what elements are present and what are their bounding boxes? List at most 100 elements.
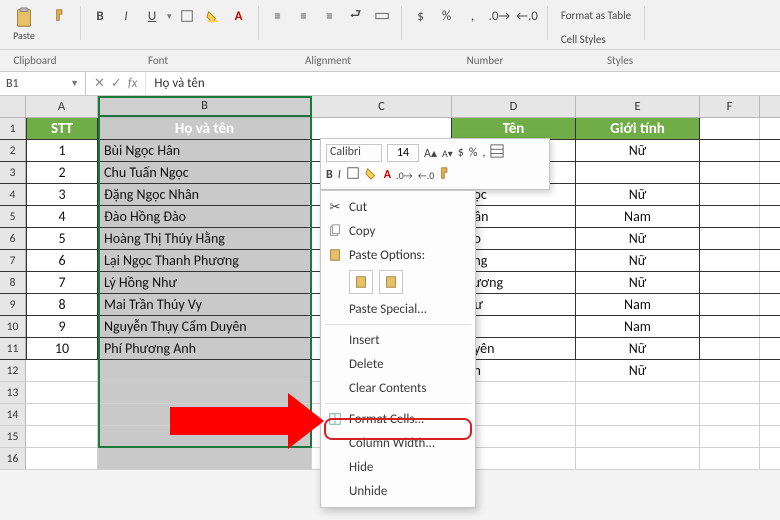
fill-color-button[interactable]	[202, 5, 224, 27]
cell[interactable]	[700, 360, 760, 381]
col-header-D[interactable]: D	[452, 96, 576, 117]
cell[interactable]: Lý Hồng Như	[98, 272, 312, 293]
mini-font-size[interactable]	[387, 144, 419, 162]
cell[interactable]: 7	[26, 272, 98, 293]
increase-decimal-button[interactable]: .0→	[488, 5, 512, 27]
col-header-E[interactable]: E	[576, 96, 700, 117]
menu-clear-contents[interactable]: Clear Contents	[321, 376, 475, 400]
cell[interactable]	[700, 382, 760, 403]
row-header[interactable]: 2	[0, 140, 26, 161]
cell[interactable]	[576, 426, 700, 447]
underline-button[interactable]: U	[141, 5, 163, 27]
cell[interactable]: Nữ	[576, 272, 700, 293]
name-box[interactable]: B1 ▼	[0, 72, 86, 95]
align-center-button[interactable]: ≡	[293, 5, 315, 27]
cell[interactable]: Nam	[576, 206, 700, 227]
cell-styles-button[interactable]: Cell Styles	[556, 28, 611, 50]
row-header[interactable]: 1	[0, 118, 26, 139]
mini-font-color-button[interactable]: A	[384, 168, 391, 182]
paste-button[interactable]: Paste	[4, 4, 44, 44]
col-header-F[interactable]: F	[700, 96, 760, 117]
mini-format-painter-button[interactable]	[439, 166, 453, 184]
cell[interactable]	[700, 426, 760, 447]
mini-table-icon[interactable]	[490, 144, 504, 162]
cell[interactable]	[700, 404, 760, 425]
cell[interactable]: Nam	[576, 316, 700, 337]
mini-percent-button[interactable]: %	[469, 146, 478, 160]
row-header[interactable]: 12	[0, 360, 26, 381]
row-header[interactable]: 9	[0, 294, 26, 315]
cell[interactable]	[700, 162, 760, 183]
paste-option-values[interactable]	[379, 270, 403, 294]
cell[interactable]: 6	[26, 250, 98, 271]
italic-button[interactable]: I	[115, 5, 137, 27]
mini-decimal-dec-button[interactable]: ←.0	[418, 169, 435, 182]
cell[interactable]: 9	[26, 316, 98, 337]
row-header[interactable]: 16	[0, 448, 26, 469]
menu-cut[interactable]: ✂Cut	[321, 195, 475, 219]
currency-button[interactable]: $	[410, 5, 432, 27]
mini-comma-button[interactable]: ,	[482, 146, 485, 160]
menu-insert[interactable]: Insert	[321, 328, 475, 352]
cell[interactable]: Bùi Ngọc Hân	[98, 140, 312, 161]
cell[interactable]: 1	[26, 140, 98, 161]
border-button[interactable]	[176, 5, 198, 27]
menu-hide[interactable]: Hide	[321, 455, 475, 479]
bold-button[interactable]: B	[89, 5, 111, 27]
mini-fill-button[interactable]	[365, 166, 379, 184]
menu-format-cells[interactable]: Format Cells...	[321, 407, 475, 431]
row-header[interactable]: 6	[0, 228, 26, 249]
menu-delete[interactable]: Delete	[321, 352, 475, 376]
mini-decimal-inc-button[interactable]: .0→	[396, 169, 413, 182]
row-header[interactable]: 3	[0, 162, 26, 183]
cell[interactable]: Lại Ngọc Thanh Phương	[98, 250, 312, 271]
decrease-font-icon[interactable]: A▾	[442, 147, 453, 160]
cell[interactable]	[700, 250, 760, 271]
cell[interactable]: Nữ	[576, 184, 700, 205]
cell[interactable]: Họ và tên	[98, 118, 312, 139]
cell[interactable]	[312, 118, 452, 139]
cell[interactable]: Nữ	[576, 360, 700, 381]
col-header-C[interactable]: C	[312, 96, 452, 117]
mini-currency-button[interactable]: $	[458, 146, 464, 160]
cell[interactable]: Chu Tuấn Ngọc	[98, 162, 312, 183]
cell[interactable]: 10	[26, 338, 98, 359]
menu-paste-special[interactable]: Paste Special...	[321, 297, 475, 321]
col-header-A[interactable]: A	[26, 96, 98, 117]
cell[interactable]: Nam	[576, 294, 700, 315]
cell[interactable]: Nữ	[576, 250, 700, 271]
increase-font-icon[interactable]: A▴	[424, 146, 437, 161]
cell[interactable]	[576, 162, 700, 183]
fx-icon[interactable]: fx	[128, 76, 138, 91]
cell[interactable]	[576, 382, 700, 403]
cell[interactable]	[700, 206, 760, 227]
cell[interactable]: Nữ	[576, 228, 700, 249]
decrease-decimal-button[interactable]: ←.0	[515, 5, 539, 27]
cell[interactable]	[576, 404, 700, 425]
row-header[interactable]: 11	[0, 338, 26, 359]
cell[interactable]: 3	[26, 184, 98, 205]
cell[interactable]	[700, 448, 760, 469]
col-header-B[interactable]: B	[98, 96, 312, 117]
cell[interactable]	[98, 360, 312, 381]
merge-button[interactable]	[371, 5, 393, 27]
cell[interactable]: Đặng Ngọc Nhân	[98, 184, 312, 205]
select-all-corner[interactable]	[0, 96, 26, 117]
cell[interactable]	[700, 140, 760, 161]
cell[interactable]	[98, 382, 312, 403]
mini-italic-button[interactable]: I	[338, 168, 341, 182]
cell[interactable]	[700, 228, 760, 249]
cell[interactable]: Tên	[452, 118, 576, 139]
cell[interactable]	[700, 294, 760, 315]
align-left-button[interactable]: ≡	[267, 5, 289, 27]
cell[interactable]: Đào Hồng Đào	[98, 206, 312, 227]
format-painter-button[interactable]	[50, 4, 72, 26]
row-header[interactable]: 14	[0, 404, 26, 425]
cell[interactable]	[700, 338, 760, 359]
cell[interactable]: 8	[26, 294, 98, 315]
menu-unhide[interactable]: Unhide	[321, 479, 475, 503]
cell[interactable]	[26, 360, 98, 381]
cell[interactable]	[26, 404, 98, 425]
menu-column-width[interactable]: Column Width...	[321, 431, 475, 455]
comma-button[interactable]: ,	[462, 5, 484, 27]
